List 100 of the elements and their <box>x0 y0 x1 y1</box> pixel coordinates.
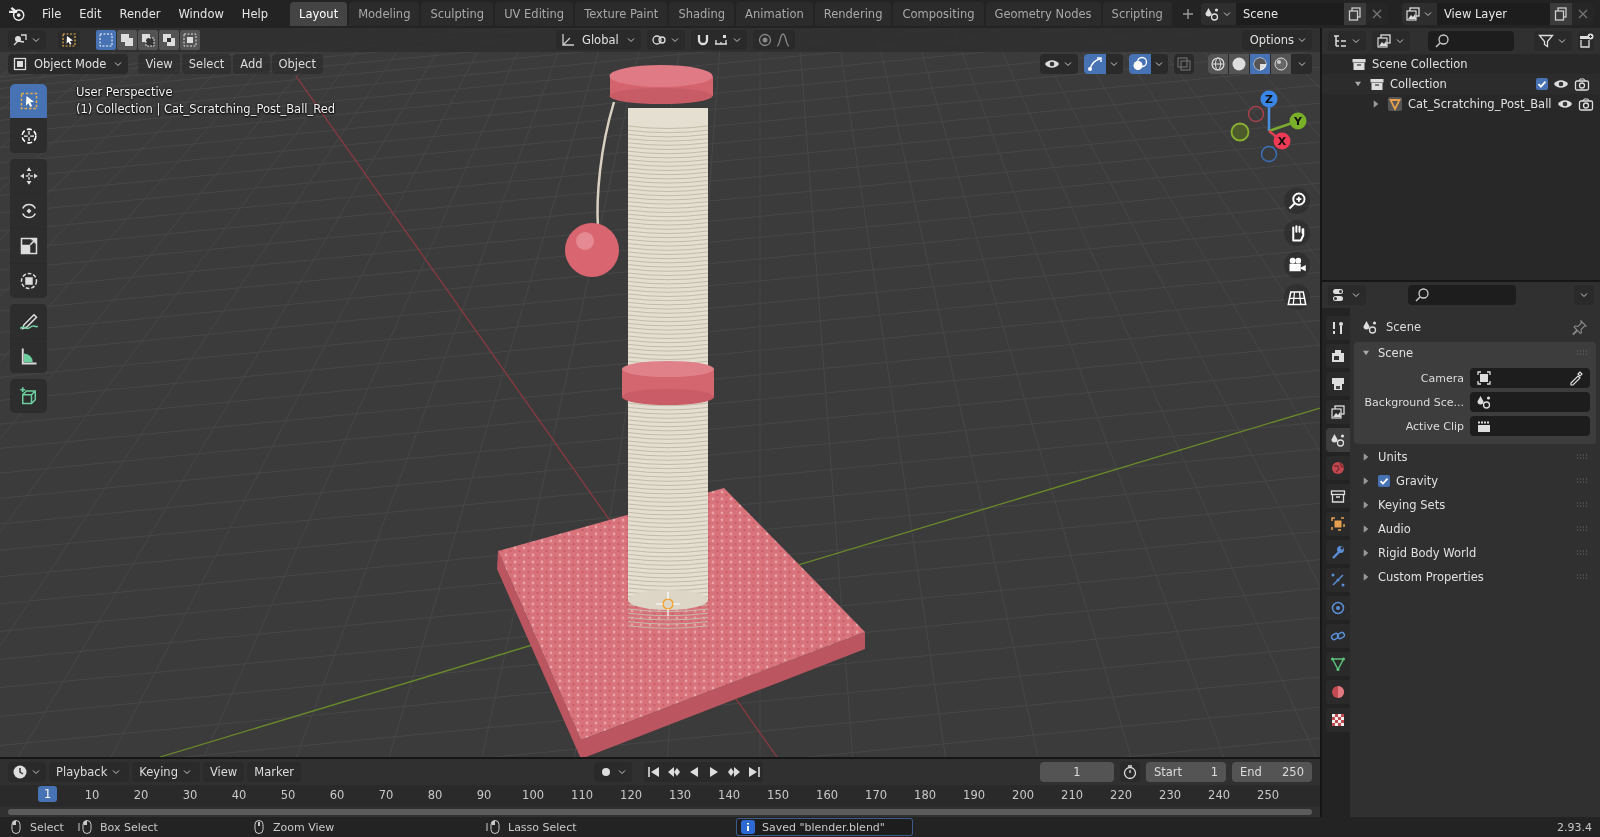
frame-number: 130 <box>669 788 692 802</box>
properties-tab[interactable] <box>1326 428 1350 452</box>
properties-tab[interactable] <box>1326 372 1350 396</box>
timeline-menu[interactable]: Playback <box>49 762 130 782</box>
pin-icon[interactable] <box>1572 319 1588 335</box>
properties-tab[interactable] <box>1326 400 1350 424</box>
current-frame-field[interactable]: 1 <box>1040 762 1114 782</box>
shading-mode-button[interactable] <box>1271 54 1291 74</box>
workspace-tab[interactable]: Sculpting <box>421 2 494 26</box>
header-menu[interactable]: Object <box>271 54 323 74</box>
timeline-menu[interactable]: View <box>202 762 245 782</box>
exclude-checkbox[interactable] <box>1536 78 1548 90</box>
properties-tab[interactable] <box>1326 652 1350 676</box>
shading-mode-button[interactable] <box>1250 54 1270 74</box>
status-message-text: Saved "blender.blend" <box>762 820 885 834</box>
editor-type-button[interactable] <box>8 30 46 50</box>
workspace-tab[interactable]: Rendering <box>814 2 892 26</box>
editor-type-button[interactable] <box>8 762 46 782</box>
perspective-toggle-button[interactable] <box>1284 284 1310 310</box>
scale-icon <box>18 236 39 256</box>
gizmo-toggle-button[interactable] <box>1084 54 1106 74</box>
outliner-item[interactable]: Cat_Scratching_Post_Ball <box>1408 97 1552 111</box>
filter-button[interactable] <box>1534 31 1572 51</box>
search-field[interactable] <box>1408 285 1516 305</box>
menu-item[interactable]: Help <box>233 4 277 24</box>
select-mode-button[interactable] <box>180 30 200 50</box>
properties-tab[interactable] <box>1326 680 1350 704</box>
outliner-item[interactable]: Scene Collection <box>1372 57 1590 71</box>
select-box-icon <box>18 91 39 111</box>
playhead-frame[interactable]: 1 <box>38 786 58 802</box>
shading-mode-button[interactable] <box>1208 54 1228 74</box>
record-button[interactable] <box>594 762 632 782</box>
header-menu[interactable]: View <box>138 54 180 74</box>
editor-type-button[interactable] <box>1328 285 1366 305</box>
start-frame-field[interactable]: Start 1 <box>1146 762 1226 782</box>
proportional-editing-button[interactable] <box>752 30 795 50</box>
panel-checkbox[interactable] <box>1378 475 1390 487</box>
workspace-tab[interactable]: Modeling <box>349 2 420 26</box>
shortcut-hint: Select <box>30 820 64 834</box>
workspace-tab[interactable]: Scripting <box>1102 2 1172 26</box>
display-mode-button[interactable] <box>1372 31 1410 51</box>
visibility-button[interactable] <box>1040 54 1078 74</box>
search-icon <box>1434 33 1450 49</box>
properties-tab[interactable] <box>1326 484 1350 508</box>
properties-tab[interactable] <box>1326 708 1350 732</box>
select-difference-icon <box>161 32 177 48</box>
workspace-tab[interactable]: Layout <box>290 2 348 26</box>
mode-dropdown[interactable]: Object Mode <box>8 54 129 74</box>
new-collection-button[interactable] <box>1578 31 1594 51</box>
render-camera-icon[interactable] <box>1577 96 1594 112</box>
copy-view-layer-button[interactable] <box>1550 3 1572 25</box>
header-menu[interactable]: Select <box>181 54 232 74</box>
properties-tab[interactable] <box>1326 344 1350 368</box>
xray-button[interactable] <box>1174 54 1194 74</box>
workspace-tab[interactable]: Shading <box>669 2 735 26</box>
panel-header[interactable]: Scene <box>1378 346 1568 360</box>
select-mode-button[interactable] <box>138 30 158 50</box>
data-block-field[interactable] <box>1470 368 1590 388</box>
select-mode-button[interactable] <box>117 30 137 50</box>
workspace-tab[interactable]: Texture Paint <box>575 2 668 26</box>
properties-tab[interactable] <box>1326 512 1350 536</box>
workspace-tab[interactable]: Animation <box>736 2 813 26</box>
header-menu[interactable]: Add <box>233 54 270 74</box>
pan-button[interactable] <box>1284 220 1310 246</box>
render-camera-icon[interactable] <box>1574 76 1590 92</box>
pivot-point-button[interactable] <box>646 30 685 50</box>
view-layer-browse-button[interactable] <box>1402 3 1437 25</box>
camera-view-button[interactable] <box>1284 252 1310 278</box>
sphere-icon <box>1330 684 1346 700</box>
copy-scene-button[interactable] <box>1344 3 1366 25</box>
timeline-menu[interactable]: Keying <box>132 762 200 782</box>
transform-orientation-dropdown[interactable]: Global <box>556 30 641 50</box>
scene-browse-button[interactable] <box>1201 3 1236 25</box>
workspace-tab[interactable]: Geometry Nodes <box>985 2 1101 26</box>
data-block-field[interactable] <box>1470 416 1590 436</box>
properties-tab[interactable] <box>1326 316 1350 340</box>
editor-type-button[interactable] <box>1328 31 1366 51</box>
preview-range-button[interactable] <box>1120 762 1140 782</box>
menu-item[interactable]: File <box>34 4 70 24</box>
overlays-toggle-button[interactable] <box>1129 54 1151 74</box>
options-dropdown[interactable]: Options <box>1241 30 1312 50</box>
end-frame-field[interactable]: End 250 <box>1232 762 1312 782</box>
options-dropdown[interactable] <box>1574 285 1594 305</box>
frame-number: 190 <box>963 788 986 802</box>
snap-button[interactable] <box>690 30 747 50</box>
menu-item[interactable]: Window <box>170 4 232 24</box>
select-mode-button[interactable] <box>159 30 179 50</box>
active-tool-button[interactable] <box>58 30 80 50</box>
eyedropper-icon[interactable] <box>1568 370 1584 386</box>
blender-logo-icon[interactable] <box>8 5 26 23</box>
data-block-field[interactable] <box>1470 392 1590 412</box>
search-field[interactable] <box>1428 31 1514 51</box>
scrollbar[interactable] <box>8 809 1312 815</box>
menu-item[interactable]: Edit <box>71 4 110 24</box>
timeline-menu[interactable]: Marker <box>247 762 301 782</box>
zoom-button[interactable] <box>1284 188 1310 214</box>
workspace-tab[interactable]: UV Editing <box>495 2 574 26</box>
workspace-tab[interactable]: Compositing <box>893 2 984 26</box>
menu-item[interactable]: Render <box>111 4 169 24</box>
shading-mode-button[interactable] <box>1229 54 1249 74</box>
